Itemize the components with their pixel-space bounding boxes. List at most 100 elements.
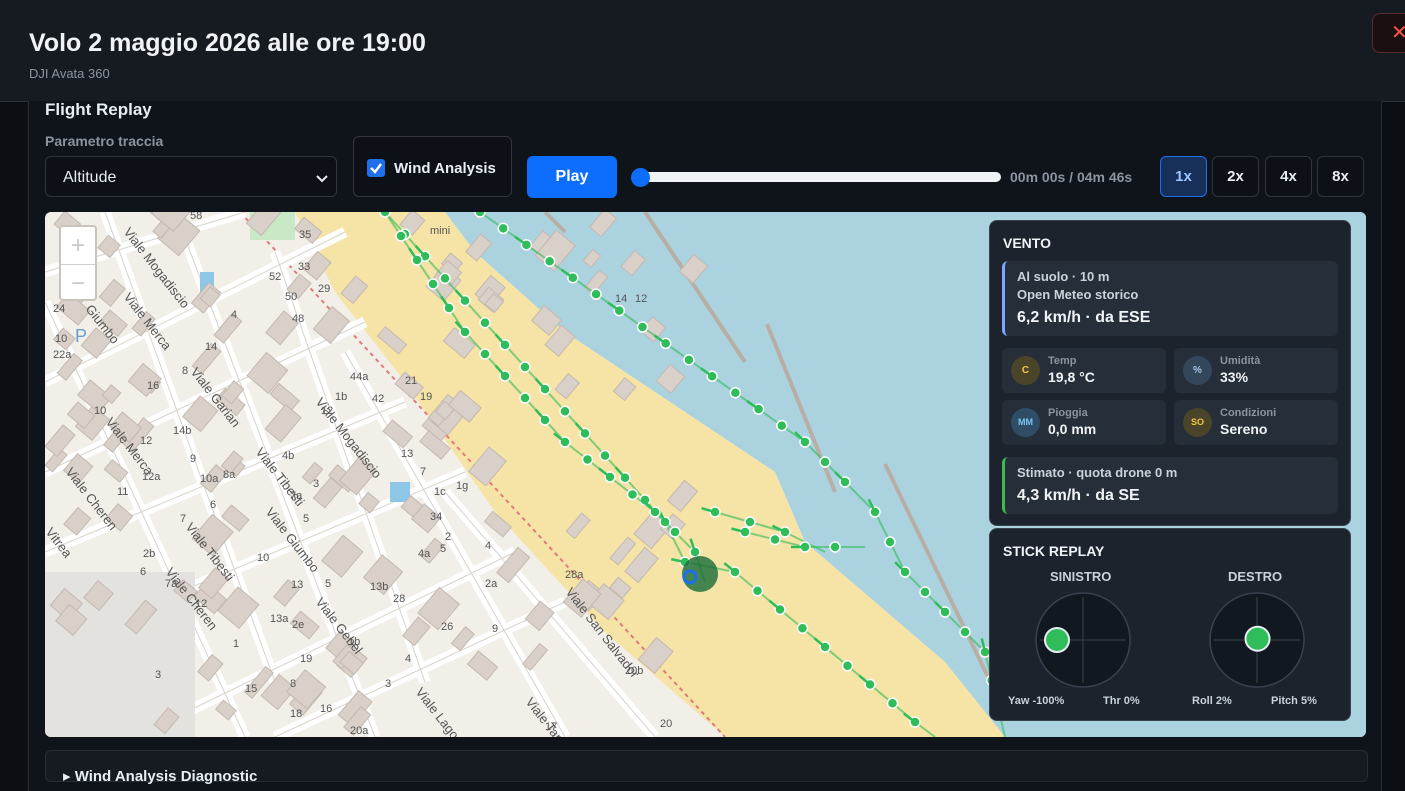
roll-value: Roll 2% [1192, 695, 1232, 707]
map-label: 12 [140, 435, 152, 447]
map-label: 58 [190, 212, 202, 222]
rain-icon: MM [1011, 408, 1040, 437]
estimated-wind-box: Stimato · quota drone 0 m 4,3 km/h · da … [1002, 457, 1338, 514]
map-label: 1c [434, 486, 446, 498]
map-label: 13 [401, 448, 413, 460]
track-point [427, 278, 439, 290]
yaw-value: Yaw -100% [1008, 695, 1065, 707]
map-label: 14 [205, 341, 217, 353]
map-label: 4 [485, 540, 491, 552]
temp-value: 19,8 °C [1048, 369, 1095, 385]
map-label: 9 [492, 623, 498, 635]
temp-icon: C [1011, 356, 1040, 385]
check-icon [370, 163, 382, 174]
map-label: 10 [94, 405, 106, 417]
track-point [519, 392, 531, 404]
map-label: 5 [303, 513, 309, 525]
section-title: Flight Replay [45, 100, 152, 119]
ground-wind-source: Open Meteo storico [1017, 287, 1139, 302]
map-label: 42 [372, 393, 384, 405]
sun-icon: SO [1183, 408, 1212, 437]
map-label: 4 [405, 653, 411, 665]
map-label: 4b [282, 450, 294, 462]
map-label: 9 [190, 453, 196, 465]
track-point [543, 255, 556, 268]
wind-card: VENTO Al suolo · 10 m Open Meteo storico… [989, 220, 1351, 526]
track-point [474, 212, 486, 218]
play-button[interactable]: Play [527, 156, 617, 198]
speed-1x-button[interactable]: 1x [1160, 156, 1207, 197]
flight-title: Volo 2 maggio 2026 alle ore 19:00 [29, 29, 426, 57]
home-point [682, 556, 718, 592]
ground-wind-value: 6,2 km/h · da ESE [1017, 309, 1151, 326]
map-label: 12 [195, 598, 207, 610]
left-stick-knob [1044, 627, 1070, 653]
conditions-label: Condizioni [1220, 407, 1277, 419]
chevron-down-icon [316, 175, 328, 183]
track-point [379, 212, 391, 218]
timeline-handle[interactable] [631, 168, 650, 187]
map-label: 18 [290, 708, 302, 720]
ground-wind-label: Al suolo · 10 m [1017, 269, 1110, 284]
map-label: 3 [155, 669, 161, 681]
map-label: 10 [55, 333, 67, 345]
estimated-wind-label: Stimato · quota drone 0 m [1017, 465, 1178, 480]
speed-4x-button[interactable]: 4x [1265, 156, 1312, 197]
zoom-control[interactable]: + − [59, 225, 97, 301]
throttle-value: Thr 0% [1103, 695, 1140, 707]
speed-8x-button[interactable]: 8x [1317, 156, 1364, 197]
humidity-tile: % Umidità 33% [1174, 348, 1338, 393]
wind-diagnostic-section[interactable]: ▸ Wind Analysis Diagnostic [45, 750, 1368, 785]
track-param-select[interactable]: Altitude [45, 156, 337, 197]
pool [390, 482, 410, 502]
track-point [796, 622, 809, 634]
track-point [559, 405, 571, 418]
map-label: 8 [182, 365, 188, 377]
zoom-out-button[interactable]: − [61, 265, 95, 302]
rain-value: 0,0 mm [1048, 421, 1097, 437]
map-label: 19 [300, 653, 312, 665]
track-point [479, 316, 491, 329]
pitch-value: Pitch 5% [1271, 695, 1317, 707]
map-label: 20 [660, 718, 672, 730]
map-label: 4 [231, 309, 237, 321]
building [321, 534, 364, 578]
humidity-value: 33% [1220, 369, 1249, 385]
building [466, 650, 499, 681]
wind-title: VENTO [1003, 235, 1051, 251]
wind-analysis-toggle[interactable]: Wind Analysis [353, 136, 512, 197]
map-label: 19 [420, 391, 432, 403]
temp-label: Temp [1048, 355, 1077, 367]
right-stick-knob [1244, 625, 1271, 652]
wind-analysis-checkbox[interactable] [367, 159, 385, 177]
track-param-value: Altitude [63, 169, 117, 186]
timeline-slider[interactable] [633, 172, 1001, 182]
map-label: 3 [313, 478, 319, 490]
track-point [919, 586, 931, 598]
map-label: 12a [142, 471, 161, 483]
map-label: 10a [200, 473, 219, 485]
track-point [626, 488, 639, 501]
map-label: 22a [53, 349, 72, 361]
map-label: mini [430, 225, 450, 237]
track-point [669, 526, 681, 538]
rain-tile: MM Pioggia 0,0 mm [1002, 400, 1166, 445]
humidity-icon: % [1183, 356, 1212, 385]
map-label: 28 [393, 593, 405, 605]
zoom-in-button[interactable]: + [61, 227, 95, 265]
map-label: 1g [456, 480, 468, 492]
map-label: 1b [348, 636, 360, 648]
track-point [886, 697, 899, 709]
map-label: 7a [290, 490, 303, 502]
map-label: 33 [298, 261, 310, 273]
building [522, 642, 549, 671]
building [98, 278, 126, 307]
map-label: 34 [430, 511, 442, 523]
track-point [581, 453, 594, 466]
map-label: 7 [420, 466, 426, 478]
map-label: 44a [350, 371, 369, 383]
track-point [841, 660, 854, 672]
speed-2x-button[interactable]: 2x [1212, 156, 1259, 197]
map-label: 4a [418, 548, 431, 560]
close-button[interactable]: ✕ [1372, 13, 1405, 53]
